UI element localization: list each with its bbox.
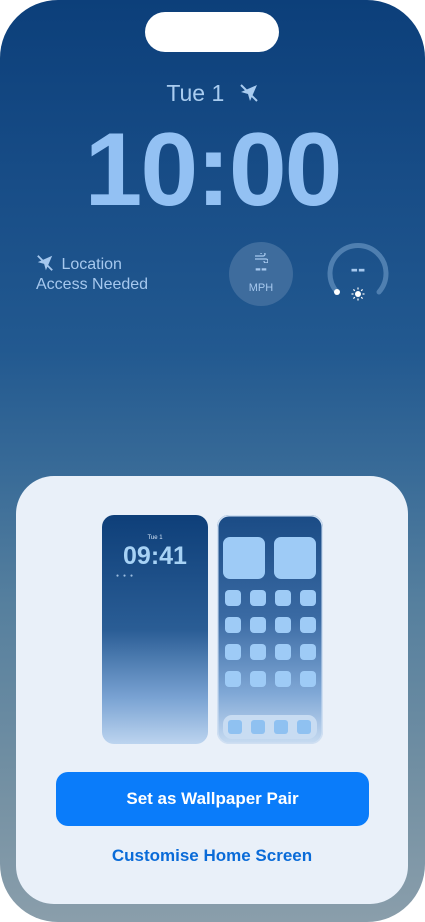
preview-date: Tue 1 xyxy=(147,535,163,541)
dock-icon-placeholder xyxy=(228,720,242,734)
preview-widgets: ●●● xyxy=(116,573,138,579)
home-screen-preview[interactable] xyxy=(217,515,323,744)
date-text: Tue 1 xyxy=(166,80,225,106)
wind-unit: MPH xyxy=(248,282,274,294)
location-sublabel: Access Needed xyxy=(36,276,149,293)
app-icon-placeholder xyxy=(275,590,291,606)
dock-icon-placeholder xyxy=(251,720,265,734)
app-icon-placeholder xyxy=(275,617,291,633)
lock-date: Tue 1 xyxy=(0,80,425,109)
location-widget[interactable]: Location Access Needed xyxy=(36,254,148,295)
app-icon-placeholder xyxy=(250,644,266,660)
uv-gauge-widget[interactable]: -- xyxy=(325,240,391,306)
app-icon-placeholder xyxy=(250,671,266,687)
lock-screen-preview[interactable]: Tue 1 09:41 ●●● xyxy=(102,515,208,744)
widget-placeholder xyxy=(274,537,316,579)
app-icon-placeholder xyxy=(300,590,316,606)
lock-clock[interactable]: 10:00 xyxy=(0,118,425,222)
app-icon-placeholder xyxy=(275,671,291,687)
uv-value: -- xyxy=(350,256,366,281)
dynamic-island xyxy=(145,12,279,52)
set-wallpaper-pair-button[interactable]: Set as Wallpaper Pair xyxy=(56,772,369,826)
location-arrow-icon xyxy=(239,82,259,109)
app-icon-placeholder xyxy=(300,671,316,687)
wind-value: -- xyxy=(255,258,267,278)
app-icon-placeholder xyxy=(250,617,266,633)
dock-icon-placeholder xyxy=(297,720,311,734)
widget-placeholder xyxy=(223,537,265,579)
lock-screen: Tue 1 10:00 Location Access Needed -- MP… xyxy=(0,0,425,922)
wallpaper-sheet: Tue 1 09:41 ●●● Set as Wallpaper Pair Cu… xyxy=(16,476,408,904)
dock-placeholder xyxy=(223,715,317,739)
wind-widget[interactable]: -- MPH xyxy=(229,242,293,306)
app-icon-placeholder xyxy=(275,644,291,660)
app-icon-placeholder xyxy=(250,590,266,606)
dock-icon-placeholder xyxy=(274,720,288,734)
app-icon-placeholder xyxy=(225,590,241,606)
customise-home-screen-link[interactable]: Customise Home Screen xyxy=(16,846,408,866)
app-icon-placeholder xyxy=(300,644,316,660)
app-icon-placeholder xyxy=(225,617,241,633)
app-icon-placeholder xyxy=(300,617,316,633)
location-label: Location xyxy=(61,256,122,273)
preview-time: 09:41 xyxy=(123,542,187,570)
sun-icon xyxy=(351,287,365,306)
location-arrow-icon xyxy=(36,255,61,273)
app-icon-placeholder xyxy=(225,644,241,660)
app-icon-placeholder xyxy=(225,671,241,687)
